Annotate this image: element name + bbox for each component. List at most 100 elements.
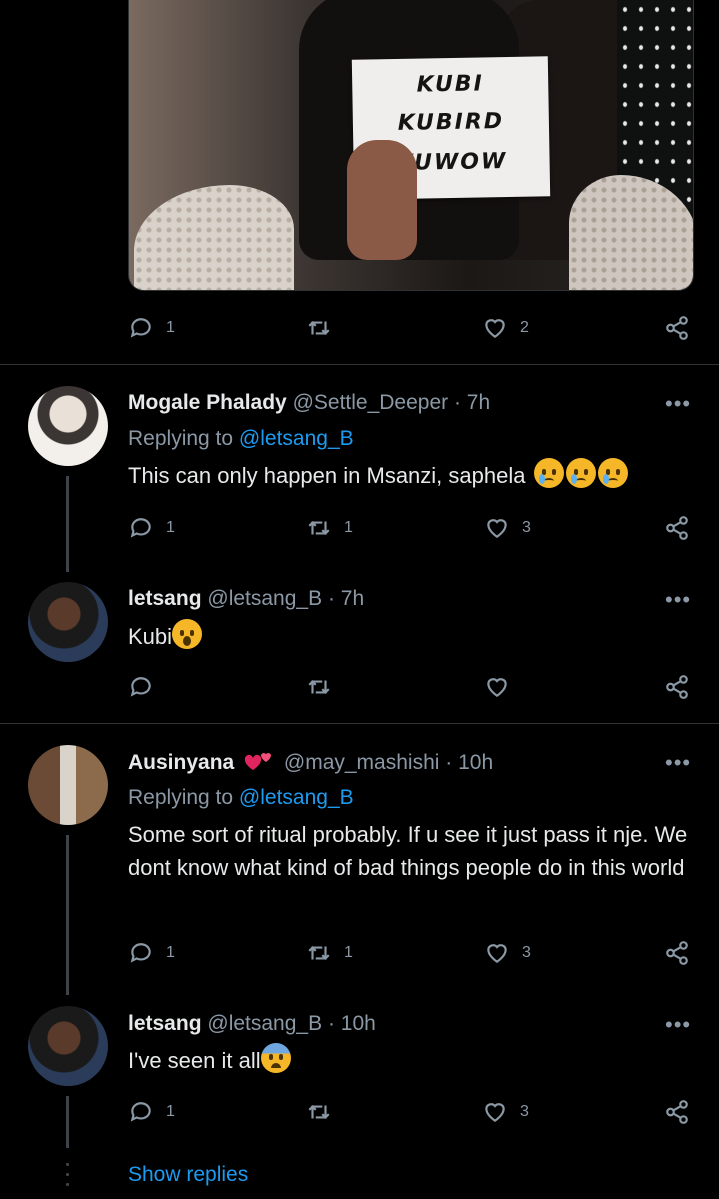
sign-line-2: KUBIRD — [397, 109, 505, 136]
anxious-face-icon — [260, 1043, 291, 1073]
share-icon — [666, 675, 688, 699]
divider — [0, 364, 719, 365]
username[interactable]: @letsang_B — [207, 587, 322, 610]
heart-icon — [485, 1103, 505, 1122]
sign-line-1: KUBI — [416, 71, 485, 98]
tweet-header: Ausinyana @may_mashishi · 10h — [128, 750, 493, 775]
reply-icon — [130, 677, 151, 697]
share-button[interactable] — [664, 1097, 690, 1127]
timestamp[interactable]: · 10h — [328, 1012, 376, 1035]
tweet-actions: 1 3 — [128, 1097, 696, 1127]
reply-button[interactable]: 1 — [128, 513, 175, 543]
tweet-text-content: I've seen it all — [128, 1048, 261, 1073]
share-icon — [666, 316, 688, 340]
more-options-button[interactable]: ••• — [665, 587, 691, 613]
retweet-icon — [308, 321, 330, 335]
retweet-button[interactable]: 1 — [306, 938, 353, 968]
avatar[interactable] — [28, 582, 108, 662]
thread-dot — [66, 1183, 69, 1186]
retweet-button[interactable] — [306, 672, 332, 702]
more-options-button[interactable]: ••• — [665, 391, 691, 417]
reply-button[interactable]: 1 — [128, 313, 175, 343]
hearts-icon — [244, 753, 272, 770]
thread-dot — [66, 1173, 69, 1176]
avatar[interactable] — [28, 386, 108, 466]
crying-face-icon — [597, 458, 628, 488]
heart-icon — [487, 944, 507, 963]
replying-to: Replying to @letsang_B — [128, 786, 354, 810]
crying-face-icon — [565, 458, 596, 488]
tweet-text: Kubi — [128, 619, 688, 653]
retweet-count: 1 — [344, 944, 353, 961]
divider — [0, 723, 719, 724]
like-button[interactable]: 2 — [482, 313, 529, 343]
like-button[interactable]: 3 — [484, 938, 531, 968]
username[interactable]: @Settle_Deeper — [293, 391, 449, 414]
image-sleeve-left — [134, 185, 294, 290]
thread-dot — [66, 1163, 69, 1166]
show-replies-link[interactable]: Show replies — [128, 1163, 248, 1187]
share-button[interactable] — [664, 938, 690, 968]
share-icon — [666, 516, 688, 540]
display-name[interactable]: Mogale Phalady — [128, 391, 287, 414]
thread-line — [66, 476, 69, 572]
reply-count: 1 — [166, 1103, 175, 1120]
display-name[interactable]: letsang — [128, 1012, 202, 1035]
thread-line — [66, 1096, 69, 1148]
like-count: 3 — [522, 944, 531, 961]
replying-prefix: Replying to — [128, 786, 239, 809]
share-button[interactable] — [664, 513, 690, 543]
display-name[interactable]: letsang — [128, 587, 202, 610]
share-button[interactable] — [664, 313, 690, 343]
tweet-actions: 1 1 3 — [128, 938, 696, 968]
share-button[interactable] — [664, 672, 690, 702]
tweet-actions — [128, 672, 696, 702]
heart-icon — [487, 519, 507, 538]
timestamp[interactable]: · 7h — [328, 587, 364, 610]
tweet-header: letsang @letsang_B · 7h — [128, 587, 364, 611]
mention-link[interactable]: @letsang_B — [239, 786, 354, 809]
reply-count: 1 — [166, 944, 175, 961]
like-count: 3 — [522, 519, 531, 536]
avatar[interactable] — [28, 745, 108, 825]
reply-button[interactable]: 1 — [128, 1097, 175, 1127]
reply-icon — [130, 518, 151, 538]
avatar[interactable] — [28, 1006, 108, 1086]
like-count: 3 — [520, 1103, 529, 1120]
username[interactable]: @may_mashishi — [284, 751, 440, 774]
like-count: 2 — [520, 319, 529, 336]
retweet-button[interactable]: 1 — [306, 513, 353, 543]
thread-line — [66, 835, 69, 995]
mention-link[interactable]: @letsang_B — [239, 427, 354, 450]
image-hand — [347, 140, 417, 260]
timestamp[interactable]: · 10h — [445, 751, 493, 774]
reply-button[interactable]: 1 — [128, 938, 175, 968]
tweet-actions: 1 1 3 — [128, 513, 696, 543]
display-name[interactable]: Ausinyana — [128, 751, 234, 774]
username[interactable]: @letsang_B — [207, 1012, 322, 1035]
retweet-button[interactable] — [306, 313, 344, 343]
retweet-button[interactable] — [306, 1097, 344, 1127]
retweet-icon — [308, 680, 330, 694]
replying-to: Replying to @letsang_B — [128, 427, 354, 451]
reply-button[interactable] — [128, 672, 154, 702]
retweet-count: 1 — [344, 519, 353, 536]
heart-icon — [485, 319, 505, 338]
like-button[interactable]: 3 — [482, 1097, 529, 1127]
tweet-header: letsang @letsang_B · 10h — [128, 1012, 376, 1036]
more-options-button[interactable]: ••• — [665, 750, 691, 776]
tweet-media-image[interactable]: KUBI KUBIRD KUWOW — [128, 0, 694, 291]
like-button[interactable]: 3 — [484, 513, 531, 543]
like-button[interactable] — [484, 672, 510, 702]
heart-icon — [487, 678, 507, 697]
timestamp[interactable]: · 7h — [454, 391, 490, 414]
share-icon — [666, 1100, 688, 1124]
tweet-text: This can only happen in Msanzi, saphela — [128, 458, 688, 492]
tweet-text-content: Kubi — [128, 624, 173, 649]
tweet-text: I've seen it all — [128, 1043, 688, 1077]
more-options-button[interactable]: ••• — [665, 1012, 691, 1038]
reply-count: 1 — [166, 519, 175, 536]
retweet-icon — [308, 946, 330, 960]
tweet-text-content: This can only happen in Msanzi, saphela — [128, 463, 526, 488]
reply-icon — [130, 318, 151, 338]
